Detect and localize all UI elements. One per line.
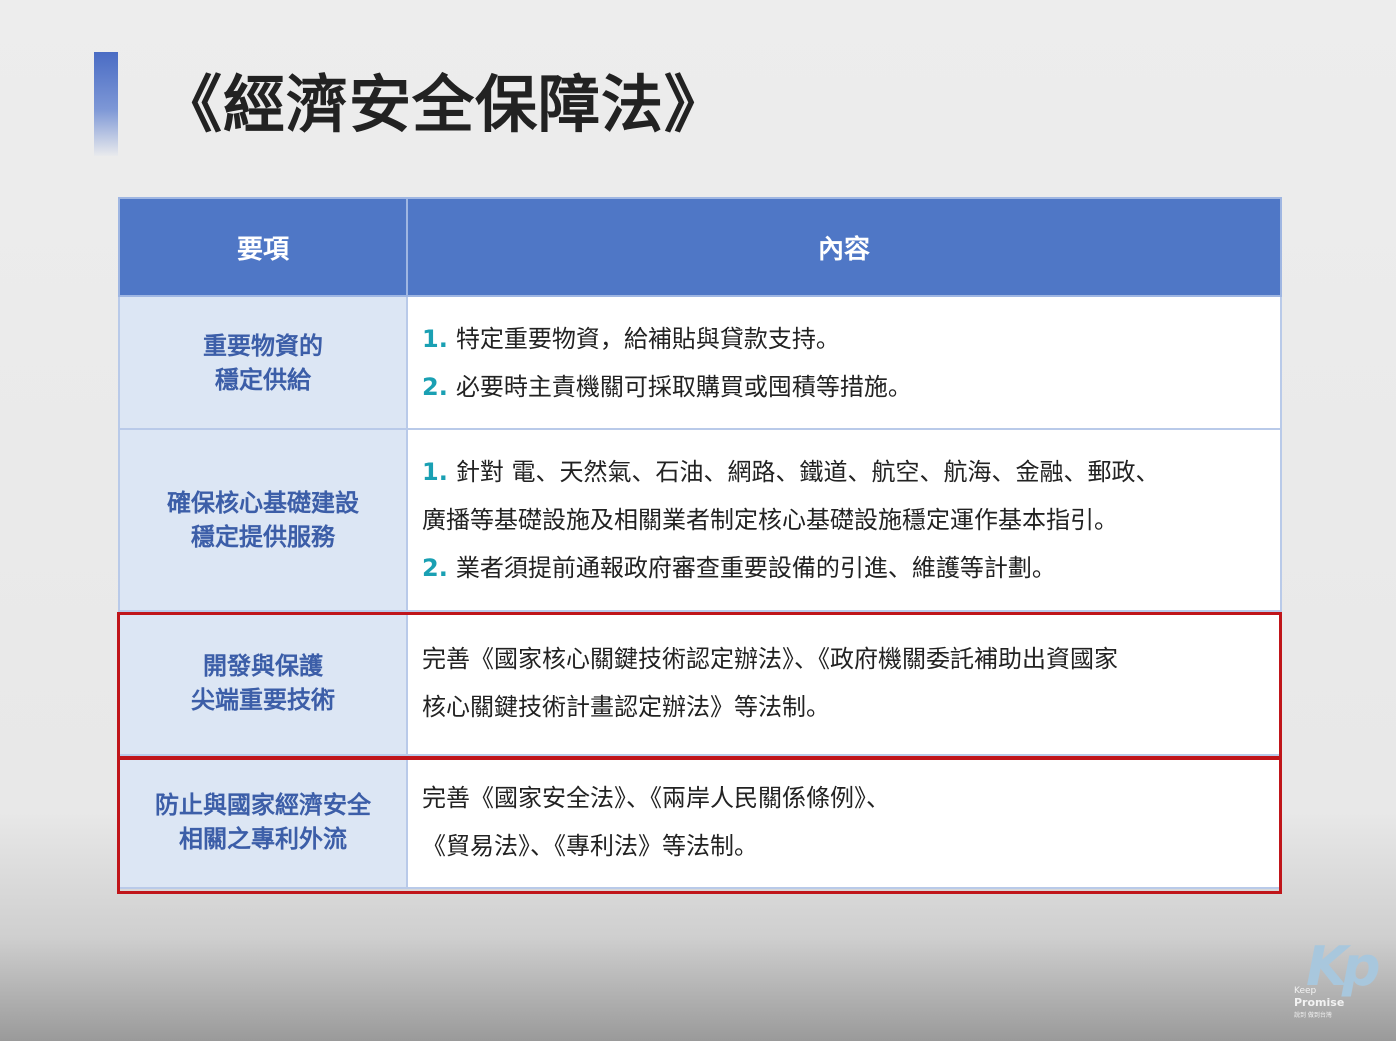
item-number: 2. xyxy=(422,372,448,401)
content-line: 廣播等基礎設施及相關業者制定核心基礎設施穩定運作基本指引。 xyxy=(422,496,1272,544)
row-content-cell: 完善《國家安全法》、《兩岸人民關係條例》、 《貿易法》、《專利法》等法制。 xyxy=(406,754,1282,889)
keep-promise-logo: Kp Keep Promise 說到 做到台灣 xyxy=(1292,938,1380,1020)
table-row: 開發與保護 尖端重要技術 完善《國家核心關鍵技術認定辦法》、《政府機關委託補助出… xyxy=(118,610,1282,756)
content-text: 必要時主責機關可採取購買或囤積等措施。 xyxy=(455,372,912,401)
content-line: 核心關鍵技術計畫認定辦法》等法制。 xyxy=(422,693,830,721)
row-content-cell: 1. 特定重要物資，給補貼與貸款支持。 2. 必要時主責機關可採取購買或囤積等措施。 xyxy=(406,295,1282,430)
content-text: 廣播等基礎設施及相關業者制定核心基礎設施穩定運作基本指引。 xyxy=(422,506,1118,534)
row-item-label: 穩定提供服務 xyxy=(191,523,335,551)
logo-mark: Kp xyxy=(1306,935,1380,998)
row-item-label: 確保核心基礎建設 xyxy=(167,489,359,517)
row-content-cell: 1. 針對 電、天然氣、石油、網路、鐵道、航空、航海、金融、郵政、 廣播等基礎設施… xyxy=(406,428,1282,612)
content-text: 特定重要物資，給補貼與貸款支持。 xyxy=(455,324,840,353)
row-item-label: 尖端重要技術 xyxy=(191,686,335,714)
table-row: 防止與國家經濟安全 相關之專利外流 完善《國家安全法》、《兩岸人民關係條例》、 … xyxy=(118,754,1282,889)
row-item-label: 防止與國家經濟安全 xyxy=(155,790,371,819)
content-line: 完善《國家核心關鍵技術認定辦法》、《政府機關委託補助出資國家 xyxy=(422,645,1118,673)
content-line: 1. 特定重要物資，給補貼與貸款支持。 xyxy=(422,315,1272,363)
table-row: 重要物資的 穩定供給 1. 特定重要物資，給補貼與貸款支持。 2. 必要時主責機關可… xyxy=(118,295,1282,430)
item-number: 1. xyxy=(422,458,448,486)
content-line: 《貿易法》、《專利法》等法制。 xyxy=(422,831,758,860)
logo-tagline: 說到 做到台灣 xyxy=(1294,1012,1332,1019)
row-item-label: 開發與保護 xyxy=(203,652,323,680)
content-line: 2. 業者須提前通報政府審查重要設備的引進、維護等計劃。 xyxy=(422,544,1272,592)
content-text: 針對 電、天然氣、石油、網路、鐵道、航空、航海、金融、郵政、 xyxy=(455,458,1160,486)
law-summary-table: 要項 內容 重要物資的 穩定供給 1. 特定重要物資，給補貼與貸款支持。 2. 必要… xyxy=(118,197,1282,889)
row-item-cell: 重要物資的 穩定供給 xyxy=(118,295,408,430)
item-number: 2. xyxy=(422,554,448,582)
content-line: 1. 針對 電、天然氣、石油、網路、鐵道、航空、航海、金融、郵政、 xyxy=(422,448,1272,496)
content-text: 業者須提前通報政府審查重要設備的引進、維護等計劃。 xyxy=(455,554,1056,582)
row-item-label: 重要物資的 xyxy=(203,331,323,360)
row-item-label: 相關之專利外流 xyxy=(179,824,347,853)
row-item-cell: 防止與國家經濟安全 相關之專利外流 xyxy=(118,754,408,889)
content-line: 完善《國家安全法》、《兩岸人民關係條例》、 xyxy=(422,783,890,812)
row-item-cell: 確保核心基礎建設 穩定提供服務 xyxy=(118,428,408,612)
row-item-cell: 開發與保護 尖端重要技術 xyxy=(118,610,408,756)
row-content-cell: 完善《國家核心關鍵技術認定辦法》、《政府機關委託補助出資國家 核心關鍵技術計畫認… xyxy=(406,610,1282,756)
column-header-content: 內容 xyxy=(406,197,1282,297)
page-title: 《經濟安全保障法》 xyxy=(160,68,728,141)
logo-text-promise: Promise xyxy=(1294,996,1345,1009)
row-item-label: 穩定供給 xyxy=(215,365,311,394)
content-line: 2. 必要時主責機關可採取購買或囤積等措施。 xyxy=(422,363,1272,411)
table-row: 確保核心基礎建設 穩定提供服務 1. 針對 電、天然氣、石油、網路、鐵道、航空、航… xyxy=(118,428,1282,612)
title-accent-bar xyxy=(94,52,118,156)
column-header-item: 要項 xyxy=(118,197,408,297)
item-number: 1. xyxy=(422,324,448,353)
logo-text-keep: Keep xyxy=(1294,986,1317,996)
